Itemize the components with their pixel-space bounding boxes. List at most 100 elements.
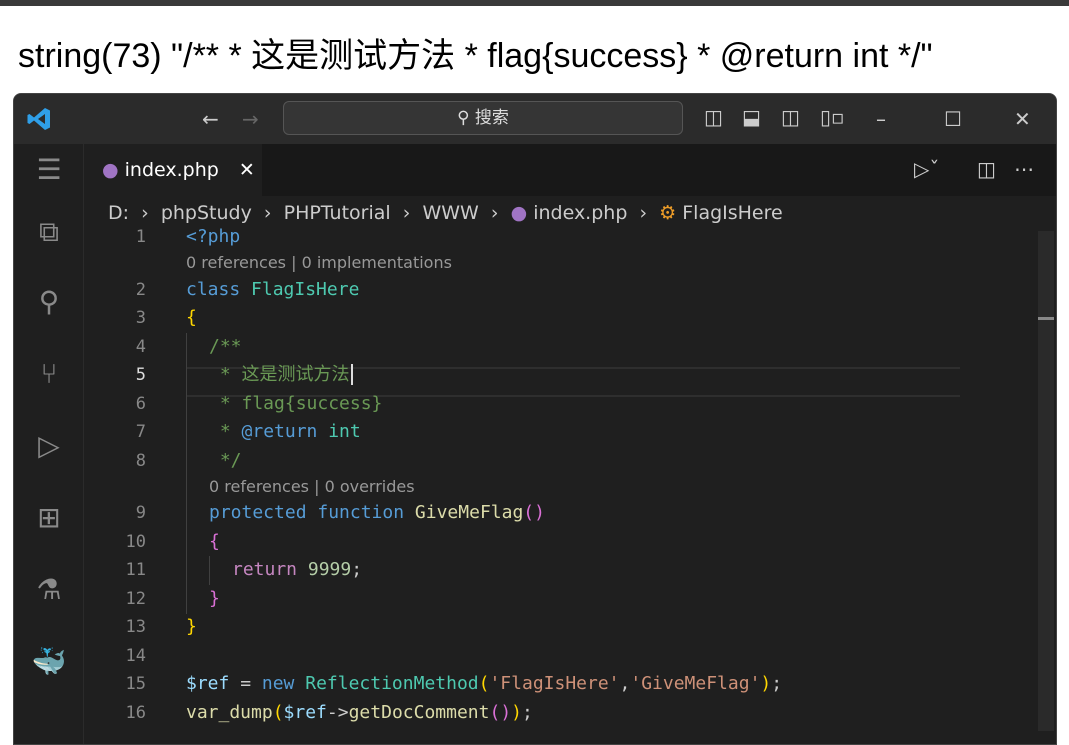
code-text: { xyxy=(186,304,197,333)
code-text: <?php xyxy=(186,223,240,252)
code-token: ; xyxy=(771,673,783,694)
code-line: 5 * 这是测试方法 xyxy=(84,361,1056,390)
search-box[interactable]: ⚲ 搜索 xyxy=(283,101,683,135)
indent-guide xyxy=(186,390,187,419)
line-number: 14 xyxy=(125,646,146,666)
line-number: 16 xyxy=(125,703,146,723)
scrollbar-thumb[interactable] xyxy=(1038,317,1054,320)
php-elephant-icon: ● xyxy=(102,159,119,181)
run-debug-icon[interactable]: ▷ xyxy=(31,428,67,464)
docker-icon[interactable]: 🐳 xyxy=(31,644,67,680)
line-number: 9 xyxy=(135,503,146,523)
line-number: 4 xyxy=(135,337,146,357)
code-token: int xyxy=(328,421,361,442)
code-text: */ xyxy=(209,447,242,476)
code-line: 14 xyxy=(84,642,1056,671)
code-line: 11 return 9999; xyxy=(84,556,1056,585)
class-symbol-icon: ⚙ xyxy=(659,202,683,224)
code-token: function xyxy=(317,502,415,523)
indent-guide xyxy=(186,499,187,528)
explorer-icon[interactable]: ⧉ xyxy=(31,214,67,250)
tab-label: index.php xyxy=(124,159,219,181)
code-text: } xyxy=(186,613,197,642)
code-token: * flag{success} xyxy=(209,393,383,414)
code-text: } xyxy=(209,585,220,614)
tab-index-php[interactable]: ● index.php ✕ xyxy=(84,144,262,196)
code-line: 8 */ xyxy=(84,447,1056,476)
code-line: 10 { xyxy=(84,528,1056,557)
indent-guide xyxy=(186,333,187,362)
menu-icon[interactable]: ☰ xyxy=(31,152,67,188)
code-line: 2 class FlagIsHere xyxy=(84,276,1056,305)
customize-layout-icon[interactable]: ▯▫ xyxy=(820,105,845,129)
tab-close-icon[interactable]: ✕ xyxy=(239,159,255,181)
toggle-secondary-sidebar-icon[interactable]: ◫ xyxy=(781,105,800,129)
code-token: class xyxy=(186,279,252,300)
code-token: * 这是测试方法 xyxy=(209,364,350,385)
code-text: /** xyxy=(209,333,242,362)
forward-arrow-icon[interactable]: → xyxy=(242,107,259,131)
breadcrumb-item[interactable]: phpStudy xyxy=(161,202,252,224)
code-text: return 9999; xyxy=(232,556,362,585)
indent-guide xyxy=(186,418,187,447)
code-token: = xyxy=(229,673,262,694)
close-window-icon[interactable]: ✕ xyxy=(1014,107,1031,131)
line-number: 13 xyxy=(125,617,146,637)
search-icon: ⚲ xyxy=(457,108,475,128)
code-token: } xyxy=(209,588,220,609)
code-token: ( xyxy=(478,673,490,694)
codelens-text[interactable]: 0 references | 0 implementations xyxy=(186,250,452,276)
codelens-text[interactable]: 0 references | 0 overrides xyxy=(209,474,415,500)
code-token: getDocComment xyxy=(348,702,490,723)
maximize-icon[interactable]: ☐ xyxy=(944,107,962,131)
code-token: () xyxy=(523,502,545,523)
code-token: var_dump xyxy=(186,702,273,723)
line-number: 1 xyxy=(135,227,146,247)
code-token: ReflectionMethod xyxy=(305,673,479,694)
code-text: var_dump($ref->getDocComment()); xyxy=(186,699,533,728)
breadcrumb-item[interactable]: PHPTutorial xyxy=(284,202,391,224)
code-token: ; xyxy=(351,559,363,580)
code-line: 4 /** xyxy=(84,333,1056,362)
extensions-icon[interactable]: ⊞ xyxy=(31,500,67,536)
toggle-primary-sidebar-icon[interactable]: ◫ xyxy=(704,105,723,129)
code-token: 'FlagIsHere' xyxy=(489,673,620,694)
code-token: */ xyxy=(209,450,242,471)
breadcrumb-item[interactable]: D: xyxy=(108,202,129,224)
line-number: 15 xyxy=(125,674,146,694)
breadcrumb-item[interactable]: FlagIsHere xyxy=(682,202,782,224)
code-token: ( xyxy=(272,702,284,723)
source-control-icon[interactable]: ⑂ xyxy=(31,356,67,392)
code-token: ) xyxy=(760,673,772,694)
code-token: GiveMeFlag xyxy=(414,502,524,523)
tab-bar: ● index.php ✕ ▷ˇ ◫ ⋯ xyxy=(84,144,1056,196)
code-line: 16 var_dump($ref->getDocComment()); xyxy=(84,699,1056,728)
indent-guide xyxy=(186,585,187,614)
breadcrumb-separator: › xyxy=(627,202,660,224)
breadcrumb: D: › phpStudy › PHPTutorial › WWW › ● in… xyxy=(108,202,783,224)
minimize-icon[interactable]: – xyxy=(876,107,886,131)
scrollbar[interactable] xyxy=(1038,231,1054,731)
run-icon[interactable]: ▷ˇ xyxy=(914,157,939,181)
breadcrumb-separator: › xyxy=(478,202,511,224)
split-editor-icon[interactable]: ◫ xyxy=(977,157,996,181)
code-token: <?php xyxy=(186,226,241,247)
more-actions-icon[interactable]: ⋯ xyxy=(1014,157,1034,181)
back-arrow-icon[interactable]: ← xyxy=(202,107,219,131)
code-token: protected xyxy=(209,502,318,523)
code-token: 9999 xyxy=(307,559,352,580)
code-line: 15 $ref = new ReflectionMethod('FlagIsHer… xyxy=(84,670,1056,699)
toggle-panel-icon[interactable]: ⬓ xyxy=(742,105,761,129)
code-token: $ref xyxy=(283,702,327,723)
line-number: 8 xyxy=(135,451,146,471)
breadcrumb-item[interactable]: WWW xyxy=(422,202,478,224)
code-token: return xyxy=(232,559,308,580)
code-token: @return xyxy=(241,421,318,442)
line-number: 3 xyxy=(135,308,146,328)
breadcrumb-item[interactable]: index.php xyxy=(533,202,627,224)
testing-icon[interactable]: ⚗ xyxy=(31,572,67,608)
title-bar: ← → ⚲ 搜索 ◫ ⬓ ◫ ▯▫ – ☐ ✕ xyxy=(14,94,1056,144)
text-cursor xyxy=(350,364,353,385)
search-icon[interactable]: ⚲ xyxy=(31,284,67,320)
